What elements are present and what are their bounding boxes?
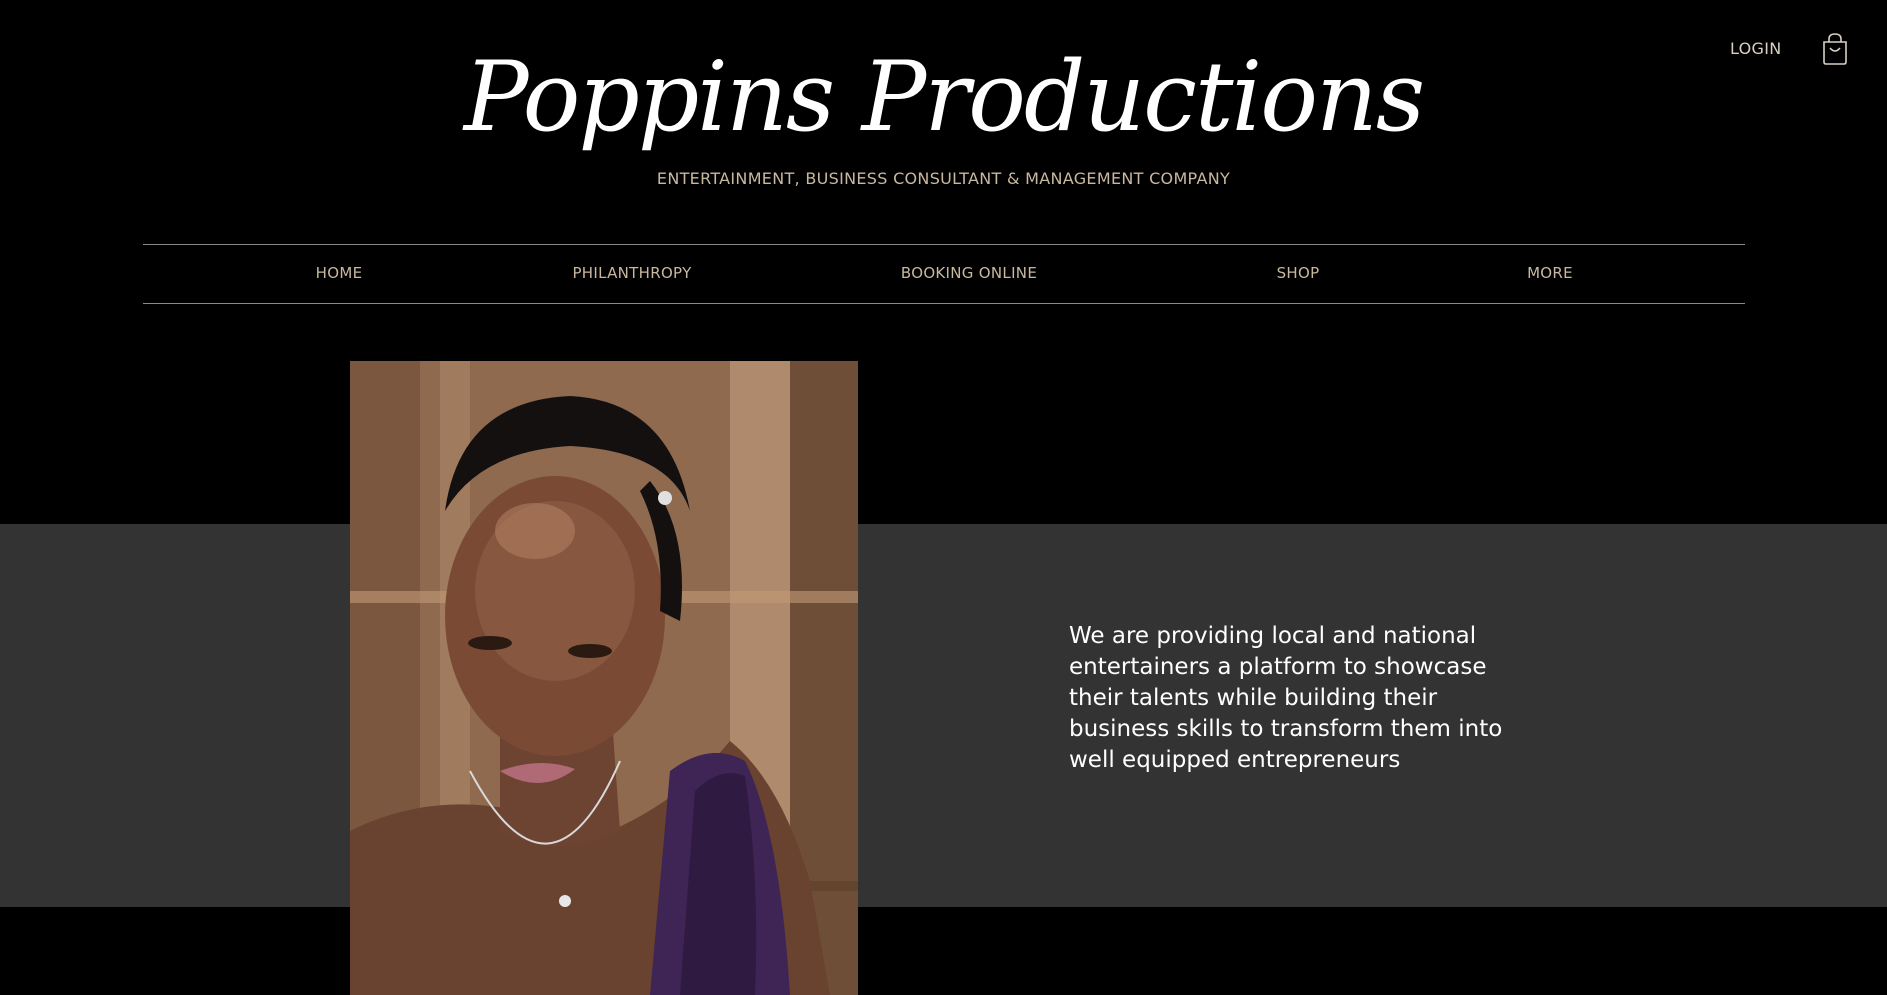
nav-item-shop[interactable]: SHOP (1277, 264, 1320, 282)
nav-item-home[interactable]: HOME (316, 264, 363, 282)
nav-item-more[interactable]: MORE (1527, 264, 1573, 282)
site-header: LOGIN Poppins Productions ENTERTAINMENT,… (0, 0, 1887, 240)
nav-item-philanthropy[interactable]: PHILANTHROPY (572, 264, 691, 282)
mission-statement: We are providing local and national ente… (1069, 623, 1503, 773)
portrait-image (350, 361, 858, 995)
hero-band (0, 524, 1887, 907)
site-tagline: ENTERTAINMENT, BUSINESS CONSULTANT & MAN… (656, 169, 1231, 188)
main-navigation: HOME PHILANTHROPY BOOKING ONLINE SHOP MO… (143, 244, 1745, 304)
nav-item-booking-online[interactable]: BOOKING ONLINE (901, 264, 1037, 282)
portrait-photo (350, 361, 858, 995)
site-title[interactable]: Poppins Productions (0, 42, 1887, 152)
